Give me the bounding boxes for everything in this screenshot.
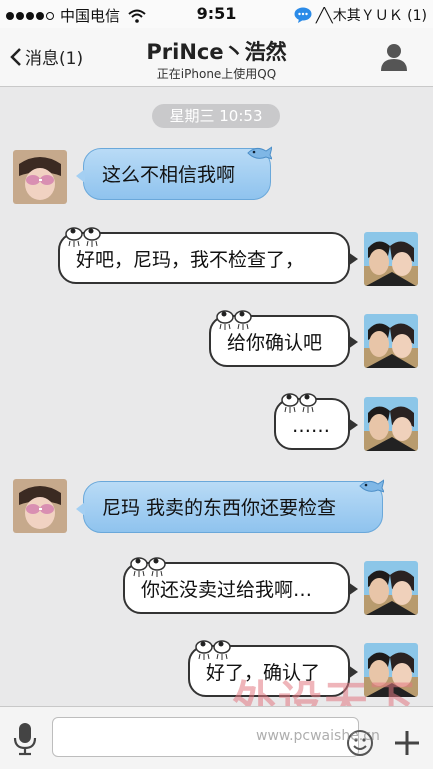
message-text: …… [292, 415, 330, 437]
qq-bubble-icon [294, 7, 312, 23]
my-avatar[interactable] [364, 561, 418, 615]
plus-icon[interactable] [393, 729, 421, 757]
message-text: 这么不相信我啊 [102, 164, 236, 186]
message-bubble-outgoing[interactable]: …… [274, 393, 358, 450]
chat-title: PriNce丶浩然 [146, 40, 287, 64]
message-bubble-incoming[interactable]: 这么不相信我啊 [76, 146, 272, 200]
my-avatar[interactable] [364, 397, 418, 451]
status-bar: 中国电信 9:51 ╱╲木其ＹＵＫ (1) [0, 0, 433, 28]
my-avatar[interactable] [364, 232, 418, 286]
message-text: 给你确认吧 [227, 332, 323, 354]
navigation-bar: 消息(1) PriNce丶浩然 正在iPhone上使用QQ [0, 28, 433, 87]
fish-sticker-icon [359, 479, 384, 493]
eyes-sticker-icon [281, 393, 317, 413]
fish-sticker-icon [247, 146, 272, 160]
message-text: 好吧，尼玛，我不检查了， [76, 249, 305, 271]
message-bubble-outgoing[interactable]: 你还没卖过给我啊… [123, 557, 358, 614]
contact-avatar[interactable] [13, 479, 67, 533]
chat-subtitle: 正在iPhone上使用QQ [156, 67, 277, 81]
eyes-sticker-icon [65, 227, 101, 247]
microphone-icon[interactable] [13, 722, 37, 756]
eyes-sticker-icon [216, 310, 252, 330]
message-text: 尼玛 我卖的东西你还要检查 [102, 497, 337, 519]
message-bubble-outgoing[interactable]: 给你确认吧 [209, 310, 358, 367]
contact-avatar[interactable] [13, 150, 67, 204]
notification-text: ╱╲木其ＹＵＫ (1) [315, 8, 427, 24]
eyes-sticker-icon [130, 557, 166, 577]
status-notification: ╱╲木其ＹＵＫ (1) [294, 5, 427, 25]
message-bubble-incoming[interactable]: 尼玛 我卖的东西你还要检查 [76, 479, 384, 533]
eyes-sticker-icon [195, 640, 231, 660]
message-bubble-outgoing[interactable]: 好吧，尼玛，我不检查了， [58, 227, 358, 284]
message-text: 你还没卖过给我啊… [141, 579, 313, 601]
profile-icon[interactable] [379, 42, 409, 72]
watermark-url: www.pcwaishe.cn [256, 728, 380, 744]
timestamp-pill: 星期三 10:53 [152, 104, 280, 128]
my-avatar[interactable] [364, 314, 418, 368]
